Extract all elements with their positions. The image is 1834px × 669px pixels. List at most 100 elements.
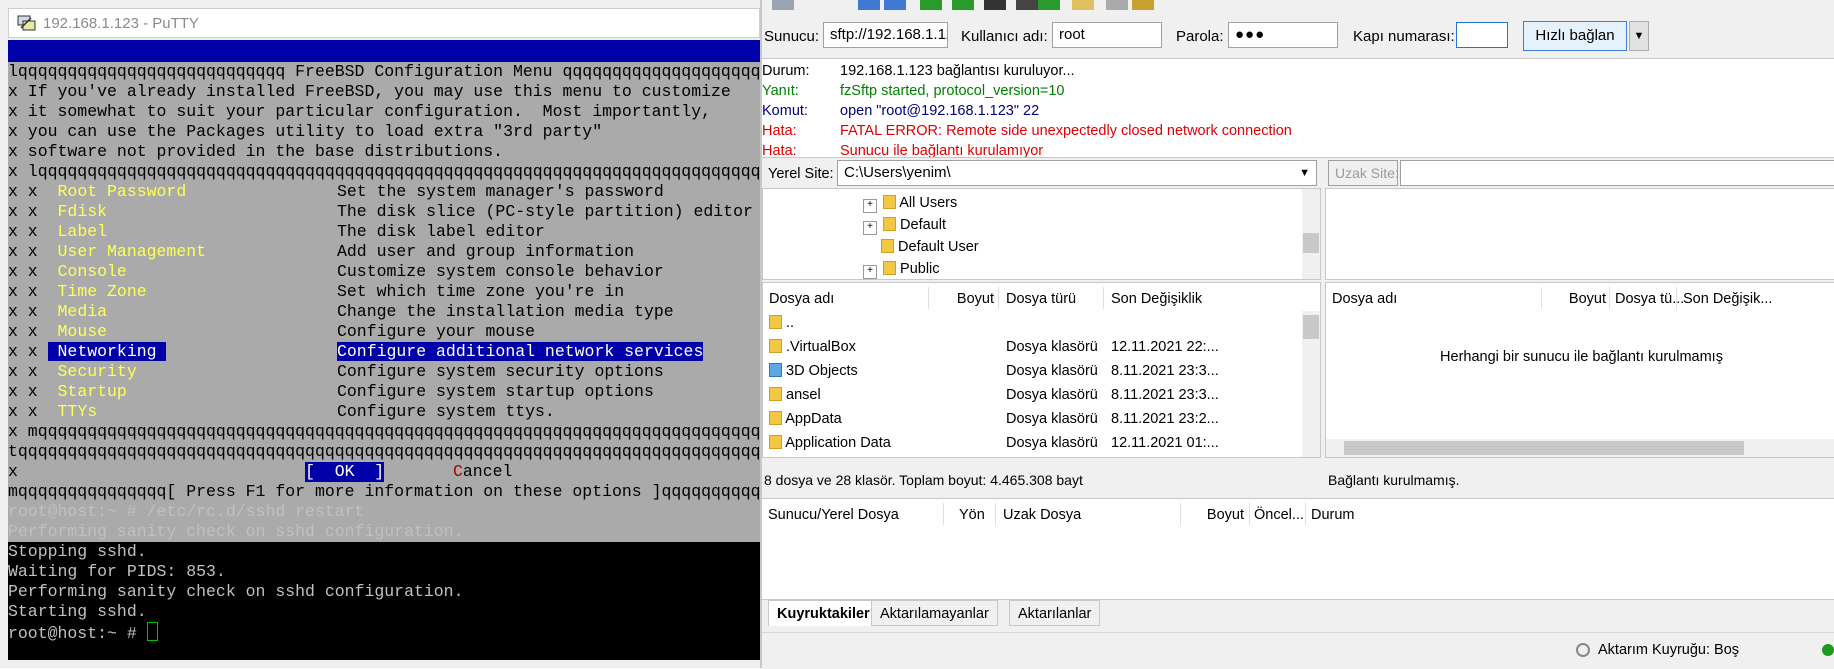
tree-item[interactable]: + Public (863, 257, 940, 279)
column-header-type[interactable]: Dosya tü... (1615, 291, 1684, 307)
username-input[interactable]: root (1052, 22, 1162, 48)
column-header-name[interactable]: Dosya adı (1332, 291, 1397, 307)
tree-item[interactable]: Default User (881, 235, 979, 259)
folder-icon (883, 195, 896, 209)
cancel-button[interactable]: Cancel (453, 462, 512, 482)
menu-item[interactable]: x x TTYs (8, 402, 97, 422)
toolbar-icon[interactable] (1038, 0, 1060, 10)
shell-prompt[interactable]: root@host:~ # (8, 622, 158, 643)
port-input[interactable] (1456, 22, 1508, 48)
password-input[interactable]: ●●● (1228, 22, 1338, 48)
menu-item[interactable]: x x Root Password (8, 182, 186, 202)
queue-header[interactable]: Uzak Dosya (1003, 507, 1081, 523)
username-label: Kullanıcı adı: (961, 28, 1048, 45)
dialog-footer: mqqqqqqqqqqqqqqq[ Press F1 for more info… (8, 482, 760, 501)
column-header-type[interactable]: Dosya türü (1006, 291, 1076, 307)
menu-item[interactable]: x x Mouse (8, 322, 107, 342)
menu-item[interactable]: x x Security (8, 362, 137, 382)
tab-queued[interactable]: Kuyruktakiler (768, 600, 879, 626)
menu-item-desc: Add user and group information (337, 242, 635, 261)
quickconnect-button[interactable]: Hızlı bağlan (1523, 21, 1627, 51)
ok-button[interactable]: [ OK ] (305, 462, 385, 482)
toolbar-icon[interactable] (858, 0, 880, 10)
tree-item[interactable]: + All Users (863, 191, 957, 215)
terminal[interactable]: lqqqqqqqqqqqqqqqqqqqqqqqqqqq FreeBSD Con… (8, 40, 760, 660)
menu-item[interactable]: x x User Management (8, 242, 206, 262)
find-icon[interactable] (1132, 0, 1154, 10)
filezilla-window: Sunucu: sftp://192.168.1.12 Kullanıcı ad… (760, 0, 1834, 669)
column-divider (995, 503, 996, 525)
menu-item[interactable]: x x Time Zone (8, 282, 147, 302)
menu-item-desc: Change the installation media type (337, 302, 674, 321)
local-site-path[interactable]: C:\Users\yenim\ ▼ (837, 160, 1317, 186)
queue-header[interactable]: Öncel... (1254, 507, 1304, 523)
menu-item[interactable]: x x Console (8, 262, 127, 282)
tree-scrollbar[interactable] (1302, 189, 1320, 279)
file-row[interactable]: AppData Dosya klasörü 8.11.2021 23:2... (769, 407, 1299, 431)
remote-site-path[interactable] (1400, 160, 1834, 186)
transfer-queue[interactable]: Sunucu/Yerel Dosya Yön Uzak Dosya Boyut … (762, 498, 1834, 600)
menu-item-name: Mouse (57, 322, 108, 341)
menu-item-name: Security (57, 362, 137, 381)
column-header-size[interactable]: Boyut (1566, 291, 1606, 307)
local-directory-tree[interactable]: + All Users + Default Default User + Pub… (762, 188, 1321, 280)
menu-item-selected[interactable]: x x Networking (8, 342, 167, 362)
quickconnect-dropdown-button[interactable]: ▼ (1629, 21, 1649, 51)
file-list-scrollbar[interactable] (1302, 311, 1320, 457)
menu-item[interactable]: x x Label (8, 222, 107, 242)
horizontal-scrollbar[interactable] (1326, 439, 1834, 457)
menu-bottom-border: x mqqqqqqqqqqqqqqqqqqqqqqqqqqqqqqqqqqqqq… (8, 422, 760, 441)
column-header-size[interactable]: Boyut (956, 291, 994, 307)
port-label: Kapı numarası: (1353, 28, 1455, 45)
toolbar-icon[interactable] (884, 0, 906, 10)
status-led-icon (1822, 644, 1834, 656)
toolbar-icon[interactable] (952, 0, 974, 10)
putty-titlebar[interactable]: 192.168.1.123 - PuTTY (8, 8, 760, 38)
column-header-modified[interactable]: Son Değişiklik (1111, 291, 1202, 307)
menu-item-desc: Customize system console behavior (337, 262, 664, 281)
tree-item[interactable]: + Default (863, 213, 946, 237)
message-log[interactable]: Durum: 192.168.1.123 bağlantısı kuruluyor… (762, 58, 1834, 158)
toolbar-icon[interactable] (1072, 0, 1094, 10)
menu-item-desc: Configure system ttys. (337, 402, 555, 421)
cancel-icon[interactable] (1016, 0, 1038, 10)
menu-item[interactable]: x x Fdisk (8, 202, 107, 222)
toolbar-icon[interactable] (1106, 0, 1128, 10)
column-header-modified[interactable]: Son Değişik... (1683, 291, 1772, 307)
file-row[interactable]: .VirtualBox Dosya klasörü 12.11.2021 22:..… (769, 335, 1299, 359)
menu-item-desc: Configure system security options (337, 362, 664, 381)
refresh-icon[interactable] (920, 0, 942, 10)
file-row[interactable]: Application Data Dosya klasörü 12.11.2021 … (769, 431, 1299, 455)
queue-header[interactable]: Durum (1311, 507, 1355, 523)
folder-icon (883, 217, 896, 231)
menu-item[interactable]: x x Media (8, 302, 107, 322)
queue-header[interactable]: Yön (959, 507, 985, 523)
host-input[interactable]: sftp://192.168.1.12 (823, 22, 948, 48)
file-row[interactable]: .. (769, 311, 1299, 335)
expand-icon[interactable]: + (863, 199, 877, 213)
menu-item-name: Console (57, 262, 127, 281)
tab-failed[interactable]: Aktarılamayanlar (871, 600, 998, 626)
queue-header[interactable]: Boyut (1192, 507, 1244, 523)
dialog-text-line: x you can use the Packages utility to lo… (8, 122, 603, 141)
file-row[interactable]: 3D Objects Dosya klasörü 8.11.2021 23:3... (769, 359, 1299, 383)
local-file-list[interactable]: Dosya adı Boyut Dosya türü Son Değişikli… (762, 282, 1321, 458)
shell-line: Performing sanity check on sshd configur… (8, 522, 464, 541)
expand-icon[interactable]: + (863, 265, 877, 279)
dialog-separator: tqqqqqqqqqqqqqqqqqqqqqqqqqqqqqqqqqqqqqqq… (8, 442, 760, 461)
terminal-cursor (146, 622, 158, 641)
toolbar-icon[interactable] (772, 0, 794, 10)
file-row[interactable]: ansel Dosya klasörü 8.11.2021 23:3... (769, 383, 1299, 407)
column-header-name[interactable]: Dosya adı (769, 291, 834, 307)
tab-successful[interactable]: Aktarılanlar (1009, 600, 1101, 626)
menu-item-desc: Configure system startup options (337, 382, 654, 401)
putty-window: 192.168.1.123 - PuTTY lqqqqqqqqqqqqqqqqq… (0, 0, 760, 668)
toolbar-icon[interactable] (984, 0, 1006, 10)
remote-file-list[interactable]: Dosya adı Boyut Dosya tü... Son Değişik.… (1325, 282, 1834, 458)
local-site-label: Yerel Site: (768, 166, 834, 182)
menu-item[interactable]: x x Startup (8, 382, 127, 402)
folder-icon (769, 339, 782, 353)
queue-header[interactable]: Sunucu/Yerel Dosya (768, 507, 899, 523)
expand-icon[interactable]: + (863, 221, 877, 235)
remote-directory-tree[interactable] (1325, 188, 1834, 280)
